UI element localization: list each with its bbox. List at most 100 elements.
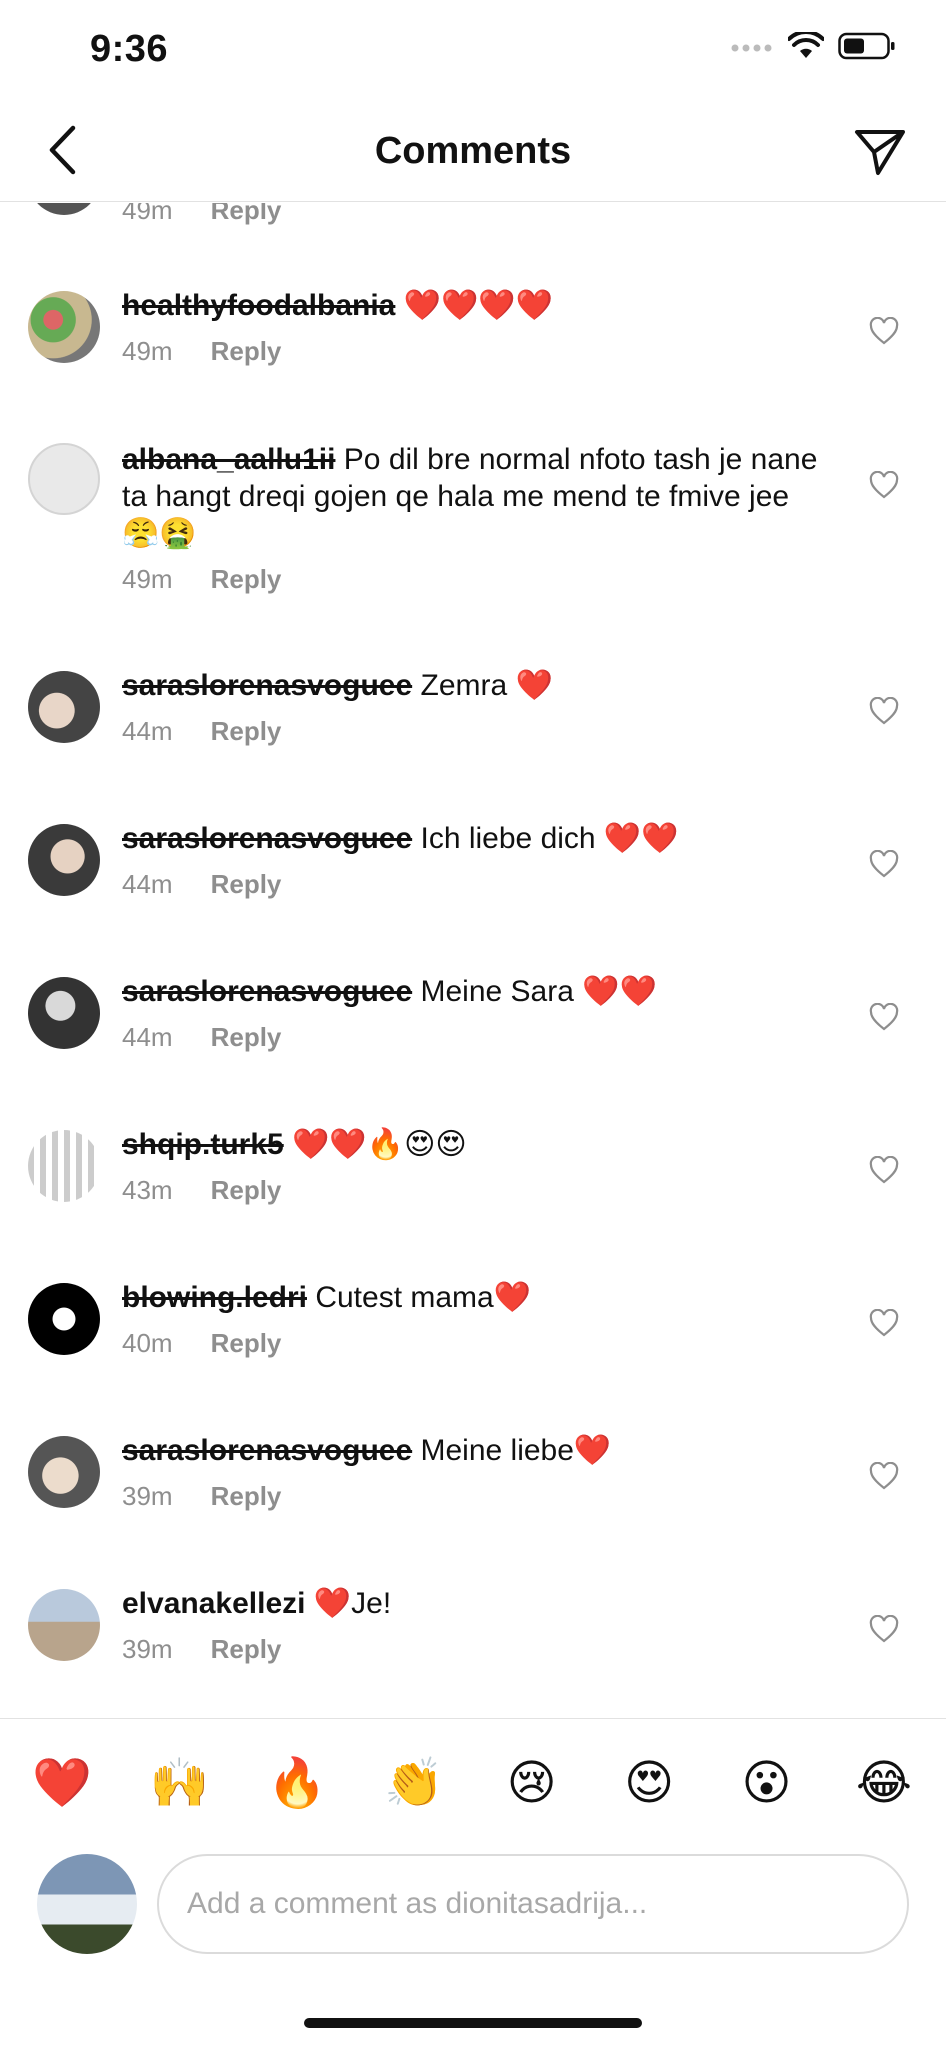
comment-username[interactable]: healthyfoodalbania <box>122 289 395 322</box>
reply-button[interactable]: Reply <box>211 1175 282 1206</box>
emoji-crying-button[interactable]: 😢 <box>500 1751 564 1815</box>
reply-button[interactable]: Reply <box>211 336 282 367</box>
paper-plane-icon <box>854 128 906 181</box>
reply-button[interactable]: Reply <box>211 203 282 226</box>
emoji-laughing-button[interactable]: 😂 <box>852 1751 916 1815</box>
like-button[interactable] <box>866 1154 902 1190</box>
comment-text: elvanakellezi ❤️Je! <box>122 1585 822 1622</box>
comment-message: Cutest mama❤️ <box>307 1281 532 1314</box>
comment-time: 49m <box>122 203 173 225</box>
comment-text: saraslorenasvoguee Meine Sara ❤️❤️ <box>122 973 822 1010</box>
comment-time: 44m <box>122 869 173 899</box>
comment-message: ❤️❤️🔥😍😍 <box>283 1128 467 1161</box>
reply-button[interactable]: Reply <box>211 1634 282 1665</box>
comment-meta: 39m Reply <box>122 1634 822 1665</box>
wifi-icon <box>787 29 825 65</box>
like-button[interactable] <box>866 315 902 351</box>
comment-body: shqip.turk5 ❤️❤️🔥😍😍 43m Reply <box>122 1126 822 1206</box>
comment-time: 39m <box>122 1634 173 1664</box>
heart-outline-icon <box>869 1155 899 1189</box>
comment-meta: 43m Reply <box>122 1175 822 1206</box>
comment-time: 43m <box>122 1175 173 1205</box>
comment-body: elvanakellezi ❤️Je! 39m Reply <box>122 1585 822 1665</box>
comment-meta: 40m Reply <box>122 1328 822 1359</box>
comment-body: 49m Reply <box>122 203 822 226</box>
comment-username[interactable]: saraslorenasvoguee <box>122 669 412 702</box>
emoji-heart-button[interactable]: ❤️ <box>30 1751 94 1815</box>
comment-body: blowing.ledri Cutest mama❤️ 40m Reply <box>122 1279 822 1359</box>
reply-button[interactable]: Reply <box>211 1481 282 1512</box>
comment-username[interactable]: saraslorenasvoguee <box>122 975 412 1008</box>
comment-meta: 39m Reply <box>122 1481 822 1512</box>
reply-button[interactable]: Reply <box>211 564 282 595</box>
like-button[interactable] <box>866 1460 902 1496</box>
comment-username[interactable]: blowing.ledri <box>122 1281 307 1314</box>
avatar[interactable] <box>28 824 100 896</box>
reply-button[interactable]: Reply <box>211 869 282 900</box>
user-avatar[interactable] <box>37 1854 137 1954</box>
comment-text: healthyfoodalbania ❤️❤️❤️❤️ <box>122 287 822 324</box>
comment-meta: 49m Reply <box>122 203 822 226</box>
home-indicator[interactable] <box>304 2018 642 2028</box>
emoji-clap-button[interactable]: 👏 <box>382 1751 446 1815</box>
comment-message: Ich liebe dich ❤️❤️ <box>412 822 679 855</box>
emoji-raised-hands-button[interactable]: 🙌 <box>147 1751 211 1815</box>
like-button[interactable] <box>866 695 902 731</box>
avatar[interactable] <box>28 203 100 215</box>
avatar[interactable] <box>28 1436 100 1508</box>
heart-outline-icon <box>869 1308 899 1342</box>
comment-username[interactable]: albana_aallu1ii <box>122 443 335 476</box>
comment-body: saraslorenasvoguee Meine liebe❤️ 39m Rep… <box>122 1432 822 1512</box>
comment-composer <box>0 1846 946 1956</box>
avatar[interactable] <box>28 291 100 363</box>
comment-meta: 44m Reply <box>122 869 822 900</box>
heart-outline-icon <box>869 1614 899 1648</box>
like-button[interactable] <box>866 1001 902 1037</box>
emoji-surprised-button[interactable]: 😮 <box>735 1751 799 1815</box>
comment-time: 44m <box>122 1022 173 1052</box>
comment-body: saraslorenasvoguee Zemra ❤️ 44m Reply <box>122 667 822 747</box>
comment-time: 39m <box>122 1481 173 1511</box>
comment-time: 40m <box>122 1328 173 1358</box>
emoji-reaction-bar: ❤️ 🙌 🔥 👏 😢 😍 😮 😂 <box>0 1718 946 1846</box>
heart-outline-icon <box>869 1461 899 1495</box>
like-button[interactable] <box>866 1613 902 1649</box>
comment-list[interactable]: 49m Reply healthyfoodalbania ❤️❤️❤️❤️ 49… <box>0 203 946 1718</box>
avatar[interactable] <box>28 671 100 743</box>
share-button[interactable] <box>848 122 912 186</box>
comment-text: blowing.ledri Cutest mama❤️ <box>122 1279 822 1316</box>
status-icons <box>730 29 896 65</box>
emoji-fire-button[interactable]: 🔥 <box>265 1751 329 1815</box>
comment-time: 44m <box>122 716 173 746</box>
comment-meta: 44m Reply <box>122 1022 822 1053</box>
like-button[interactable] <box>866 1307 902 1343</box>
like-button[interactable] <box>866 848 902 884</box>
reply-button[interactable]: Reply <box>211 716 282 747</box>
comment-text: saraslorenasvoguee Meine liebe❤️ <box>122 1432 822 1469</box>
heart-outline-icon <box>869 696 899 730</box>
signal-icon <box>730 38 774 59</box>
reply-button[interactable]: Reply <box>211 1022 282 1053</box>
status-bar: 9:36 <box>0 0 946 104</box>
avatar[interactable] <box>28 1283 100 1355</box>
heart-outline-icon <box>869 470 899 504</box>
comment-meta: 49m Reply <box>122 564 822 595</box>
comment-username[interactable]: saraslorenasvoguee <box>122 822 412 855</box>
comment-username[interactable]: shqip.turk5 <box>122 1128 284 1161</box>
comment-username[interactable]: elvanakellezi <box>122 1587 305 1620</box>
avatar[interactable] <box>28 1589 100 1661</box>
emoji-heart-eyes-button[interactable]: 😍 <box>617 1751 681 1815</box>
comment-message: Meine liebe❤️ <box>412 1434 612 1467</box>
comment-time: 49m <box>122 564 173 594</box>
avatar[interactable] <box>28 443 100 515</box>
comment-input[interactable] <box>157 1854 909 1954</box>
battery-icon <box>838 32 896 65</box>
avatar[interactable] <box>28 1130 100 1202</box>
comment-body: saraslorenasvoguee Ich liebe dich ❤️❤️ 4… <box>122 820 822 900</box>
avatar[interactable] <box>28 977 100 1049</box>
comment-username[interactable]: saraslorenasvoguee <box>122 1434 412 1467</box>
comment-message: ❤️Je! <box>305 1587 392 1620</box>
like-button[interactable] <box>866 469 902 505</box>
heart-outline-icon <box>869 316 899 350</box>
reply-button[interactable]: Reply <box>211 1328 282 1359</box>
